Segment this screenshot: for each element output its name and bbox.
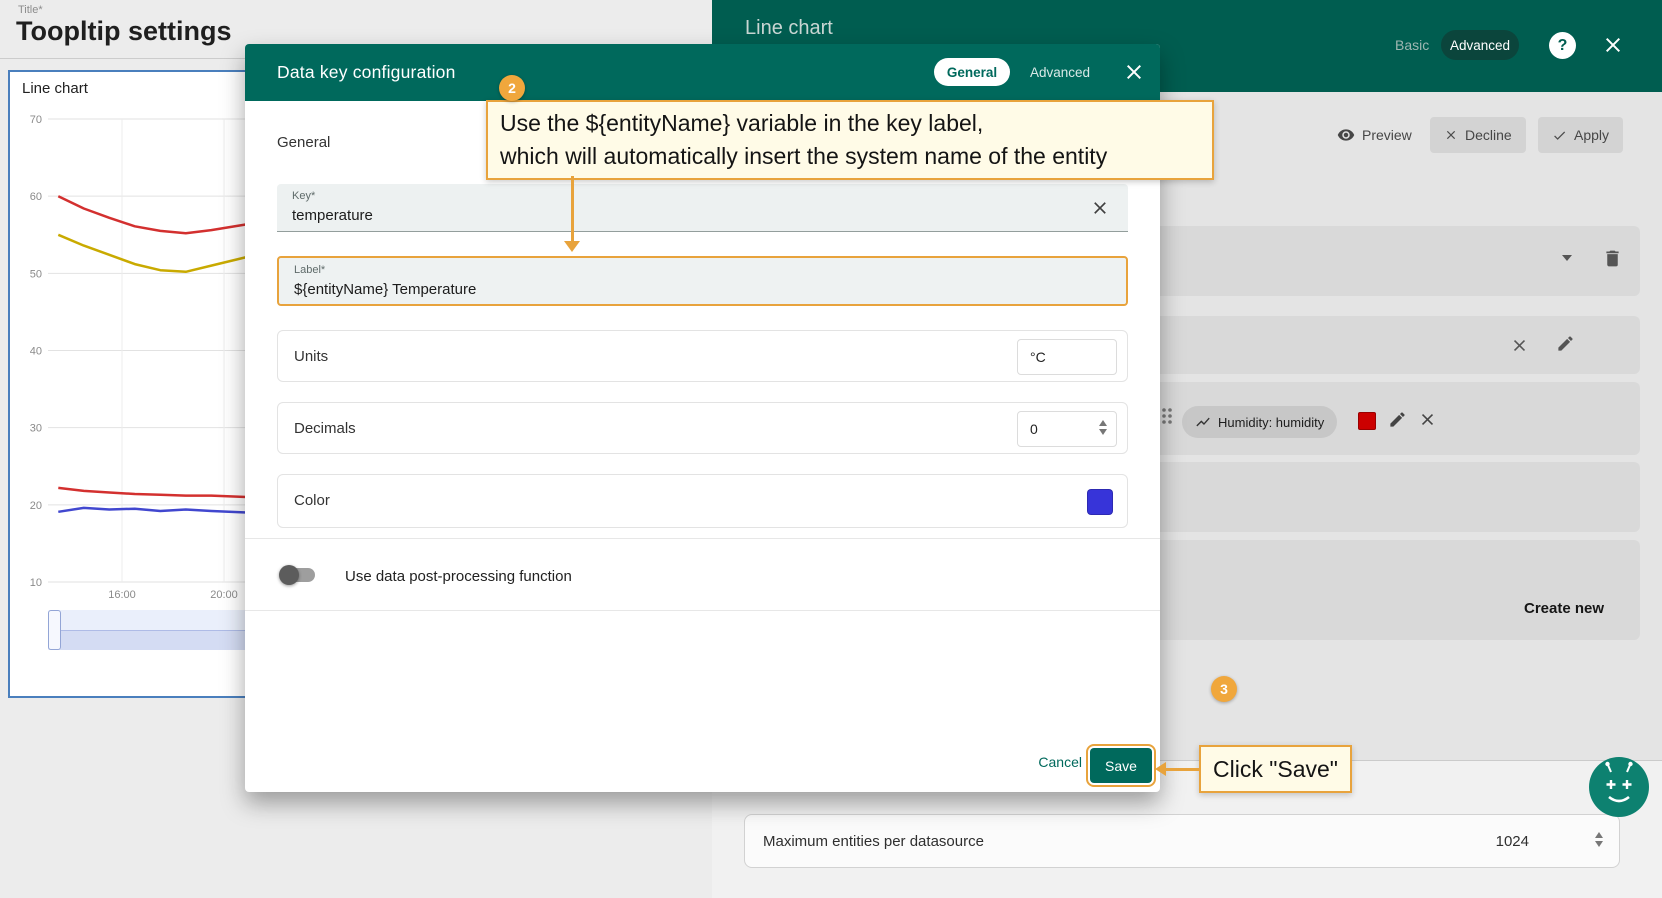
stepper-down-icon[interactable] bbox=[1595, 841, 1603, 847]
label-field[interactable]: Label* ${entityName} Temperature bbox=[277, 256, 1128, 306]
apply-button[interactable]: Apply bbox=[1538, 117, 1623, 153]
svg-text:70: 70 bbox=[30, 114, 42, 126]
max-entities-label: Maximum entities per datasource bbox=[763, 815, 984, 867]
decimals-input[interactable]: 0 bbox=[1017, 411, 1117, 447]
step-3-callout: Click "Save" bbox=[1199, 745, 1352, 793]
data-key-chip[interactable]: Humidity: humidity bbox=[1182, 406, 1337, 438]
postprocessing-label: Use data post-processing function bbox=[345, 560, 572, 592]
stepper-up-icon[interactable] bbox=[1099, 420, 1107, 426]
postprocessing-toggle[interactable] bbox=[281, 568, 315, 582]
max-entities-field[interactable]: Maximum entities per datasource 1024 bbox=[744, 814, 1620, 868]
step-3-badge: 3 bbox=[1211, 676, 1237, 702]
chevron-down-icon[interactable] bbox=[1562, 255, 1572, 261]
key-field[interactable]: Key* temperature bbox=[277, 184, 1128, 232]
timeseries-icon bbox=[1195, 414, 1211, 430]
widget-title: Line chart bbox=[22, 80, 88, 97]
key-field-label: Key* bbox=[292, 190, 315, 202]
panel-close-icon[interactable] bbox=[1601, 33, 1625, 57]
units-input[interactable]: °C bbox=[1017, 339, 1117, 375]
callout-line-1: Use the ${entityName} variable in the ke… bbox=[500, 107, 1200, 140]
eye-icon bbox=[1337, 126, 1355, 144]
edit-key-icon[interactable] bbox=[1388, 410, 1407, 434]
assistant-mascot-button[interactable] bbox=[1588, 756, 1650, 818]
svg-text:16:00: 16:00 bbox=[108, 589, 136, 601]
title-field-value[interactable]: Toopltip settings bbox=[16, 16, 231, 47]
widget-edit-title: Line chart bbox=[745, 17, 833, 40]
key-color-swatch[interactable] bbox=[1358, 412, 1376, 430]
label-field-value[interactable]: ${entityName} Temperature bbox=[294, 281, 476, 298]
divider bbox=[245, 538, 1160, 539]
scrollbar-handle[interactable] bbox=[48, 610, 61, 650]
title-field-label: Title* bbox=[18, 4, 43, 16]
stepper-up-icon[interactable] bbox=[1595, 832, 1603, 838]
close-icon bbox=[1444, 128, 1458, 142]
svg-text:60: 60 bbox=[30, 191, 42, 203]
divider bbox=[245, 610, 1160, 611]
trash-icon[interactable] bbox=[1602, 248, 1623, 274]
tab-advanced[interactable]: Advanced bbox=[1030, 58, 1090, 86]
step-2-badge: 2 bbox=[499, 75, 525, 101]
callout-line-2: which will automatically insert the syst… bbox=[500, 140, 1200, 173]
svg-text:20: 20 bbox=[30, 500, 42, 512]
label-field-label: Label* bbox=[294, 264, 325, 276]
dialog-title: Data key configuration bbox=[277, 44, 456, 101]
toggle-thumb bbox=[279, 565, 299, 585]
apply-label: Apply bbox=[1574, 127, 1609, 143]
dialog-close-icon[interactable] bbox=[1122, 60, 1146, 84]
units-label: Units bbox=[294, 331, 328, 381]
screen: Title* Toopltip settings 706050403020101… bbox=[0, 0, 1662, 898]
arrow-head bbox=[564, 241, 580, 252]
max-entities-stepper[interactable] bbox=[1595, 832, 1603, 847]
key-clear-icon[interactable] bbox=[1090, 198, 1110, 223]
decline-label: Decline bbox=[1465, 127, 1512, 143]
check-icon bbox=[1552, 128, 1567, 143]
tab-general[interactable]: General bbox=[934, 58, 1010, 86]
arrow-to-save-button bbox=[1166, 768, 1199, 771]
color-swatch[interactable] bbox=[1087, 489, 1113, 515]
create-new-button[interactable]: Create new bbox=[1524, 600, 1604, 617]
section-general-label: General bbox=[277, 134, 330, 151]
arrow-to-label-field bbox=[571, 176, 574, 242]
color-label: Color bbox=[294, 475, 330, 525]
edit-icon[interactable] bbox=[1556, 334, 1575, 358]
step-2-callout: Use the ${entityName} variable in the ke… bbox=[486, 100, 1214, 180]
clear-icon[interactable] bbox=[1510, 336, 1529, 360]
decline-button[interactable]: Decline bbox=[1430, 117, 1526, 153]
data-key-chip-label: Humidity: humidity bbox=[1218, 415, 1324, 430]
svg-text:20:00: 20:00 bbox=[210, 589, 238, 601]
cancel-button[interactable]: Cancel bbox=[1038, 754, 1082, 770]
svg-text:40: 40 bbox=[30, 346, 42, 358]
dialog-header: Data key configuration General Advanced bbox=[245, 44, 1160, 101]
tab-advanced-mode[interactable]: Advanced bbox=[1441, 30, 1519, 60]
max-entities-value[interactable]: 1024 bbox=[1496, 815, 1529, 867]
help-icon[interactable]: ? bbox=[1549, 32, 1576, 59]
decimals-row: Decimals 0 bbox=[277, 402, 1128, 454]
drag-handle-icon[interactable] bbox=[1159, 406, 1175, 431]
save-button[interactable]: Save bbox=[1090, 748, 1152, 783]
units-row: Units °C bbox=[277, 330, 1128, 382]
color-row: Color bbox=[277, 474, 1128, 528]
mascot-icon bbox=[1588, 756, 1650, 818]
svg-text:10: 10 bbox=[30, 577, 42, 589]
key-field-value[interactable]: temperature bbox=[292, 207, 373, 224]
stepper-down-icon[interactable] bbox=[1099, 429, 1107, 435]
decimals-value: 0 bbox=[1030, 421, 1038, 437]
arrow-head bbox=[1155, 762, 1166, 776]
tab-basic[interactable]: Basic bbox=[1395, 37, 1429, 53]
svg-text:30: 30 bbox=[30, 423, 42, 435]
preview-button[interactable]: Preview bbox=[1323, 117, 1426, 153]
preview-label: Preview bbox=[1362, 127, 1412, 143]
decimals-stepper[interactable] bbox=[1099, 420, 1107, 435]
svg-text:50: 50 bbox=[30, 268, 42, 280]
decimals-label: Decimals bbox=[294, 403, 356, 453]
remove-key-icon[interactable] bbox=[1418, 410, 1437, 434]
